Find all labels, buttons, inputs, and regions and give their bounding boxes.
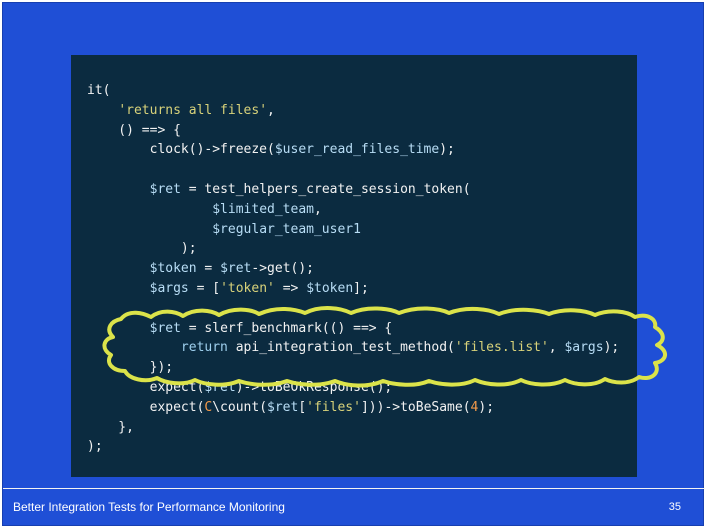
code-token: it( <box>87 83 111 98</box>
code-token: \count( <box>212 399 268 415</box>
code-token: = slerf_benchmark(() ==> { <box>180 320 393 336</box>
code-token: api_integration_test_method( <box>227 340 455 356</box>
code-line: 'returns all files', <box>87 101 619 121</box>
code-line: }); <box>87 358 619 378</box>
code-line: $limited_team, <box>87 200 619 220</box>
code-token: ); <box>478 399 495 415</box>
code-token: = test_helpers_create_session_token( <box>180 181 471 197</box>
code-line: $ret = test_helpers_create_session_token… <box>87 180 619 200</box>
page-number: 35 <box>668 501 681 513</box>
code-token: $ret <box>149 320 181 336</box>
code-token: $limited_team <box>212 201 314 217</box>
code-token: , <box>548 340 565 356</box>
code-token: = [ <box>188 280 221 296</box>
code-token: => <box>274 280 307 296</box>
code-token: $user_read_files_time <box>274 142 440 158</box>
code-token: $ret <box>204 379 236 395</box>
code-line: $ret = slerf_benchmark(() ==> { <box>87 319 619 339</box>
code-line: clock()->freeze($user_read_files_time); <box>87 140 619 160</box>
code-token: , <box>267 102 275 118</box>
code-token: ); <box>439 142 455 158</box>
code-token: 'files.list' <box>454 340 549 356</box>
code-token: [ <box>298 399 307 415</box>
code-token: }, <box>87 419 134 435</box>
code-token: 'files' <box>306 399 361 415</box>
code-token: }); <box>87 360 174 376</box>
code-line: }, <box>87 418 619 438</box>
code-token: 'token' <box>220 280 275 296</box>
code-token: = <box>196 261 221 277</box>
code-panel: it( 'returns all files', () ==> { clock(… <box>71 55 637 477</box>
code-token: $args <box>564 340 604 356</box>
code-token: $ret <box>220 261 252 277</box>
code-line: expect(C\count($ret['files']))->toBeSame… <box>87 398 619 418</box>
footer-title: Better Integration Tests for Performance… <box>13 500 285 514</box>
code-token: , <box>313 201 322 217</box>
code-token: ]; <box>353 280 369 296</box>
code-token: expect( <box>87 379 205 395</box>
code-token: $token <box>306 280 354 296</box>
code-block: it( 'returns all files', () ==> { clock(… <box>87 81 619 457</box>
slide: it( 'returns all files', () ==> { clock(… <box>2 2 705 526</box>
code-token: $ret <box>149 181 181 197</box>
code-token: $ret <box>267 399 299 415</box>
code-line: $token = $ret->get(); <box>87 259 619 279</box>
code-token: ); <box>87 439 103 455</box>
code-token: clock()->freeze( <box>87 142 275 158</box>
code-token: return <box>180 340 228 356</box>
code-line: ); <box>87 239 619 259</box>
code-line: $args = ['token' => $token]; <box>87 279 619 299</box>
code-token: $args <box>149 280 189 296</box>
code-line: $regular_team_user1 <box>87 220 619 240</box>
footer-divider <box>3 488 705 489</box>
code-line: () ==> { <box>87 121 619 141</box>
code-line: return api_integration_test_method('file… <box>87 338 619 358</box>
code-token: ->get(); <box>251 261 315 277</box>
code-line: expect($ret)->toBeOkResponse(); <box>87 378 619 398</box>
code-line: it( <box>87 81 619 101</box>
code-token: 'returns all files' <box>118 102 268 118</box>
code-token: () ==> { <box>87 122 181 138</box>
code-token: ]))->toBeSame( <box>360 399 471 415</box>
code-line: ); <box>87 437 619 457</box>
code-token: ); <box>603 340 620 356</box>
code-token: expect( <box>87 399 205 415</box>
code-token: $regular_team_user1 <box>212 221 361 237</box>
code-token: )->toBeOkResponse(); <box>235 379 393 395</box>
code-token: ); <box>87 241 197 257</box>
code-token: $token <box>149 261 197 277</box>
